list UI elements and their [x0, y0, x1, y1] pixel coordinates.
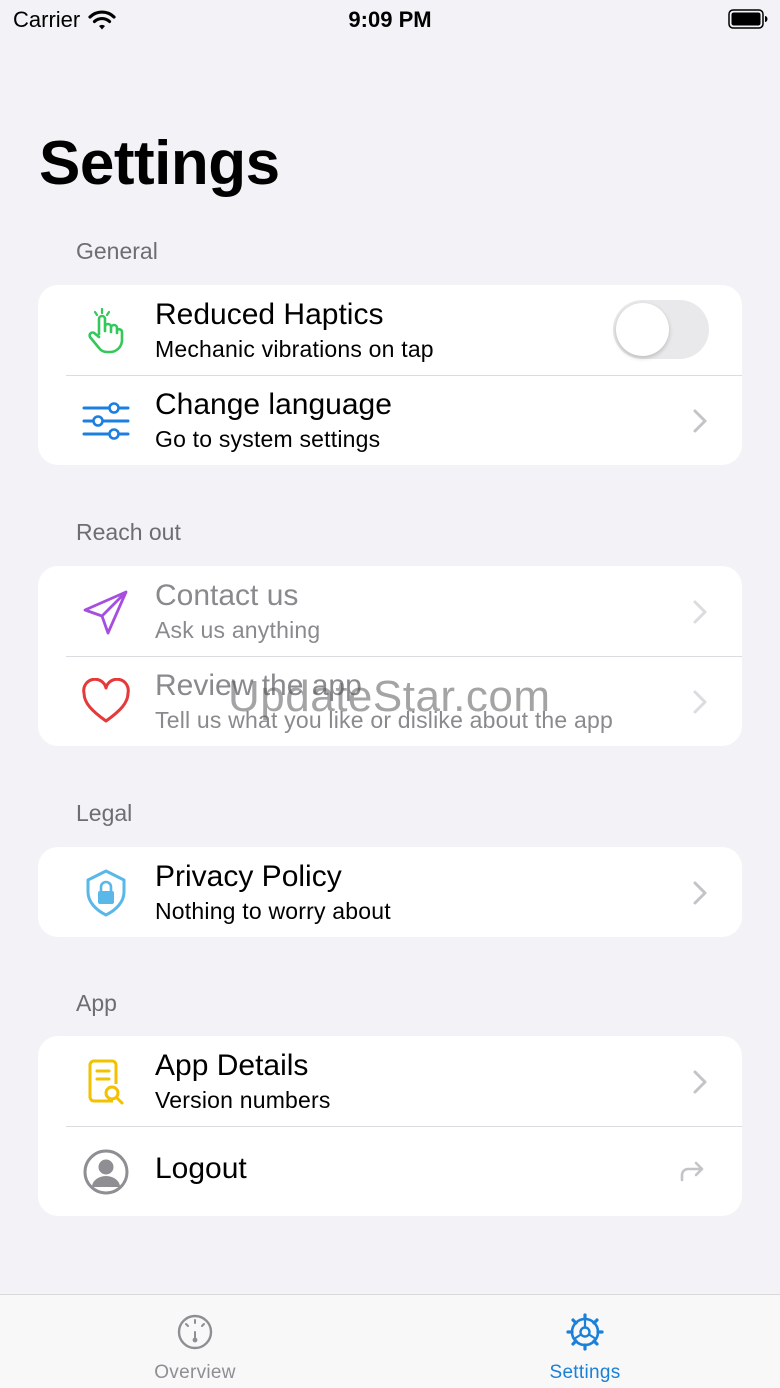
- chevron-right-icon: [693, 1070, 707, 1094]
- privacy-policy-subtitle: Nothing to worry about: [155, 898, 391, 924]
- contact-us-subtitle: Ask us anything: [155, 617, 321, 643]
- logout-title: Logout: [155, 1152, 247, 1185]
- status-bar: Carrier 9:09 PM: [0, 0, 780, 44]
- paper-plane-icon: [83, 590, 128, 635]
- privacy-policy-title: Privacy Policy: [155, 860, 342, 893]
- reduced-haptics-toggle[interactable]: [613, 300, 709, 359]
- logout-row[interactable]: Logout: [38, 1126, 742, 1216]
- reduced-haptics-row: Reduced Haptics Mechanic vibrations on t…: [38, 285, 742, 375]
- reduced-haptics-subtitle: Mechanic vibrations on tap: [155, 336, 434, 362]
- heart-icon: [82, 678, 130, 723]
- speedometer-icon: [177, 1314, 213, 1350]
- section-header-reach-out: Reach out: [76, 519, 181, 545]
- tab-overview-label: Overview: [154, 1362, 236, 1383]
- privacy-policy-row[interactable]: Privacy Policy Nothing to worry about: [38, 847, 742, 937]
- change-language-subtitle: Go to system settings: [155, 426, 381, 452]
- app-details-title: App Details: [155, 1049, 309, 1082]
- contact-us-row[interactable]: Contact us Ask us anything: [38, 566, 742, 656]
- person-circle-icon: [83, 1149, 129, 1195]
- tab-overview[interactable]: Overview: [0, 1295, 390, 1388]
- shield-lock-icon: [86, 869, 126, 917]
- chevron-right-icon: [693, 409, 707, 433]
- change-language-title: Change language: [155, 388, 392, 421]
- chevron-right-icon: [693, 690, 707, 714]
- document-search-icon: [88, 1059, 124, 1105]
- sliders-icon: [82, 402, 130, 440]
- hand-tap-icon: [88, 307, 124, 354]
- general-card: Reduced Haptics Mechanic vibrations on t…: [38, 285, 742, 465]
- toggle-knob: [616, 303, 669, 356]
- battery-icon: [728, 9, 768, 29]
- section-header-general: General: [76, 238, 158, 264]
- change-language-row[interactable]: Change language Go to system settings: [38, 375, 742, 465]
- tab-settings-label: Settings: [549, 1362, 621, 1383]
- page-title: Settings: [39, 129, 280, 198]
- contact-us-title: Contact us: [155, 579, 299, 612]
- tab-settings[interactable]: Settings: [390, 1295, 780, 1388]
- app-details-subtitle: Version numbers: [155, 1087, 331, 1113]
- reduced-haptics-title: Reduced Haptics: [155, 298, 384, 331]
- watermark: UpdateStar.com: [228, 672, 551, 721]
- legal-card: Privacy Policy Nothing to worry about: [38, 847, 742, 937]
- app-details-row[interactable]: App Details Version numbers: [38, 1036, 742, 1126]
- chevron-right-icon: [693, 600, 707, 624]
- section-header-app: App: [76, 990, 117, 1016]
- app-card: App Details Version numbers Logout: [38, 1036, 742, 1216]
- chevron-right-icon: [693, 881, 707, 905]
- tab-bar: Overview Settings: [0, 1294, 780, 1388]
- status-time: 9:09 PM: [348, 7, 432, 32]
- section-header-legal: Legal: [76, 800, 133, 826]
- logout-arrow-icon: [680, 1161, 704, 1182]
- gear-icon: [566, 1313, 604, 1351]
